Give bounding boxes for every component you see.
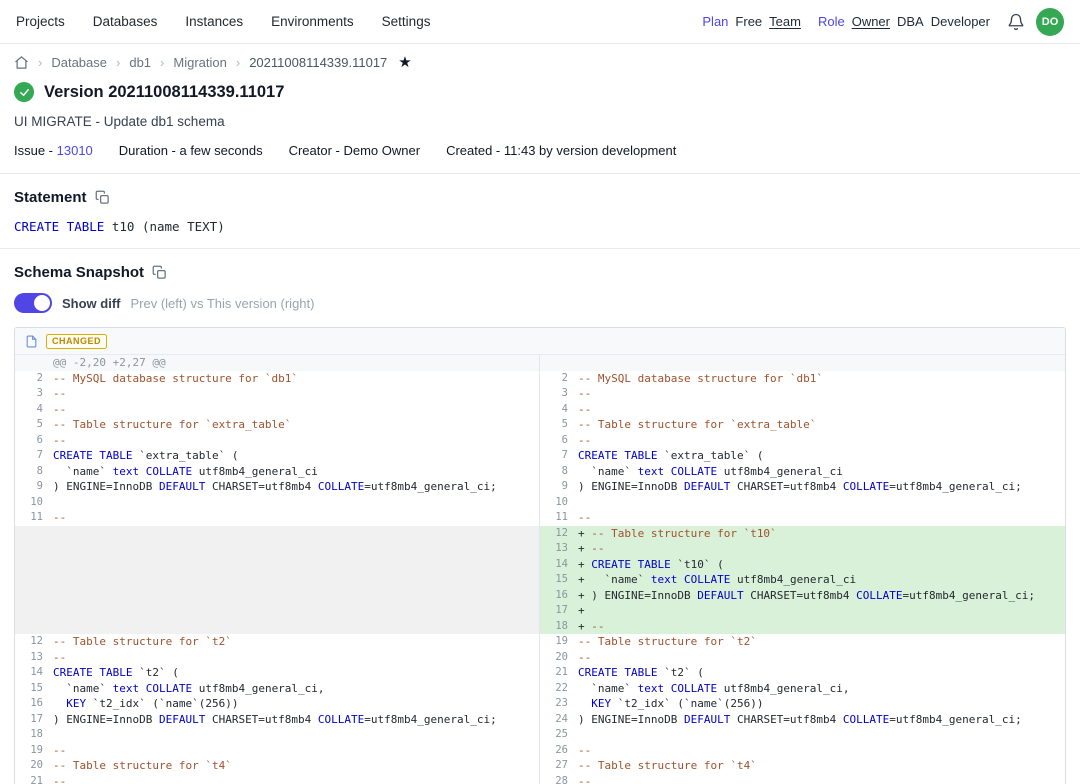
diff-row: 14+ CREATE TABLE `t10` ( (15, 557, 1065, 573)
favorite-star-icon[interactable]: ★ (396, 55, 413, 70)
diff-row: 18+ -- (15, 619, 1065, 635)
success-check-icon (14, 82, 34, 102)
diff-row: 19--26-- (15, 743, 1065, 759)
schema-diff-panel: CHANGED @@ -2,20 +2,27 @@ 2-- MySQL data… (14, 327, 1066, 784)
statement-sql: CREATE TABLE t10 (name TEXT) (14, 219, 1066, 234)
notifications-button[interactable] (1007, 13, 1025, 31)
plan-current: Free (735, 14, 762, 29)
page-title: Version 20211008114339.11017 (44, 83, 284, 102)
breadcrumb-version[interactable]: 20211008114339.11017 (249, 55, 387, 70)
bell-icon (1007, 13, 1025, 31)
nav-projects[interactable]: Projects (16, 14, 65, 29)
diff-row: 11--11-- (15, 510, 1065, 526)
show-diff-label: Show diff (62, 296, 121, 311)
diff-row: 12+ -- Table structure for `t10` (15, 526, 1065, 542)
diff-row: 16+ ) ENGINE=InnoDB DEFAULT CHARSET=utf8… (15, 588, 1065, 604)
breadcrumb-separator: › (236, 55, 240, 70)
diff-row: 9) ENGINE=InnoDB DEFAULT CHARSET=utf8mb4… (15, 479, 1065, 495)
statement-header: Statement (14, 174, 1066, 206)
diff-row: 14CREATE TABLE `t2` (21CREATE TABLE `t2`… (15, 665, 1065, 681)
nav-databases[interactable]: Databases (93, 14, 158, 29)
hunk-header: @@ -2,20 +2,27 @@ (53, 355, 539, 371)
version-header: Version 20211008114339.11017 (14, 82, 1066, 102)
diff-note: Prev (left) vs This version (right) (131, 296, 315, 311)
meta-creator: Creator - Demo Owner (289, 143, 420, 158)
diff-toggle-row: Show diff Prev (left) vs This version (r… (14, 293, 1066, 313)
breadcrumb: › Database › db1 › Migration › 202110081… (14, 55, 1066, 70)
snapshot-title: Schema Snapshot (14, 264, 144, 281)
copy-icon (95, 190, 110, 205)
meta-row: Issue - 13010 Duration - a few seconds C… (14, 143, 1066, 158)
diff-row: 12-- Table structure for `t2`19-- Table … (15, 634, 1065, 650)
statement-title: Statement (14, 189, 87, 206)
diff-row: 16 KEY `t2_idx` (`name`(256))23 KEY `t2_… (15, 696, 1065, 712)
role-owner-link[interactable]: Owner (852, 14, 890, 29)
diff-row: 4--4-- (15, 402, 1065, 418)
migration-subtitle: UI MIGRATE - Update db1 schema (14, 114, 1066, 129)
diff-row: 13+ -- (15, 541, 1065, 557)
nav-environments[interactable]: Environments (271, 14, 354, 29)
file-icon (25, 334, 38, 349)
plan-upgrade-link[interactable]: Team (769, 14, 801, 29)
copy-statement-button[interactable] (95, 190, 110, 205)
copy-icon (152, 265, 167, 280)
top-nav: Projects Databases Instances Environment… (0, 0, 1080, 44)
show-diff-toggle[interactable] (14, 293, 52, 313)
diff-row: 1010 (15, 495, 1065, 511)
breadcrumb-migration[interactable]: Migration (173, 55, 226, 70)
diff-row: 20-- Table structure for `t4`27-- Table … (15, 758, 1065, 774)
issue-link[interactable]: 13010 (57, 143, 93, 158)
diff-row: 7CREATE TABLE `extra_table` (7CREATE TAB… (15, 448, 1065, 464)
home-icon[interactable] (14, 55, 29, 70)
diff-row: 6--6-- (15, 433, 1065, 449)
nav-settings[interactable]: Settings (382, 14, 431, 29)
avatar[interactable]: DO (1036, 8, 1064, 36)
diff-row: 3--3-- (15, 386, 1065, 402)
meta-created: Created - 11:43 by version development (446, 143, 676, 158)
diff-row: 8 `name` text COLLATE utf8mb4_general_ci… (15, 464, 1065, 480)
diff-row: 21--28-- (15, 774, 1065, 784)
breadcrumb-separator: › (160, 55, 164, 70)
account-area: Plan Free Team Role Owner DBA Developer … (702, 8, 1064, 36)
main-nav: Projects Databases Instances Environment… (16, 14, 430, 29)
snapshot-header: Schema Snapshot (14, 249, 1066, 281)
meta-duration: Duration - a few seconds (119, 143, 263, 158)
role-label: Role (818, 14, 845, 29)
diff-row: 17+ (15, 603, 1065, 619)
diff-row: 2-- MySQL database structure for `db1`2-… (15, 371, 1065, 387)
role-developer-link[interactable]: Developer (931, 14, 990, 29)
breadcrumb-separator: › (116, 55, 120, 70)
diff-row: 15 `name` text COLLATE utf8mb4_general_c… (15, 681, 1065, 697)
plan-label: Plan (702, 14, 728, 29)
breadcrumb-separator: › (38, 55, 42, 70)
breadcrumb-database[interactable]: Database (51, 55, 107, 70)
diff-editor[interactable]: 2-- MySQL database structure for `db1`2-… (15, 371, 1065, 784)
diff-row: 1825 (15, 727, 1065, 743)
diff-panel-header: CHANGED (15, 328, 1065, 355)
diff-row: 17) ENGINE=InnoDB DEFAULT CHARSET=utf8mb… (15, 712, 1065, 728)
diff-row: 13--20-- (15, 650, 1065, 666)
changed-badge: CHANGED (46, 334, 107, 349)
meta-issue: Issue - 13010 (14, 143, 93, 158)
breadcrumb-db1[interactable]: db1 (129, 55, 151, 70)
diff-row: 15+ `name` text COLLATE utf8mb4_general_… (15, 572, 1065, 588)
nav-instances[interactable]: Instances (185, 14, 243, 29)
role-dba-link[interactable]: DBA (897, 14, 924, 29)
diff-row: 5-- Table structure for `extra_table`5--… (15, 417, 1065, 433)
hunk-header-row: @@ -2,20 +2,27 @@ (15, 355, 1065, 371)
copy-snapshot-button[interactable] (152, 265, 167, 280)
toggle-knob (34, 295, 50, 311)
